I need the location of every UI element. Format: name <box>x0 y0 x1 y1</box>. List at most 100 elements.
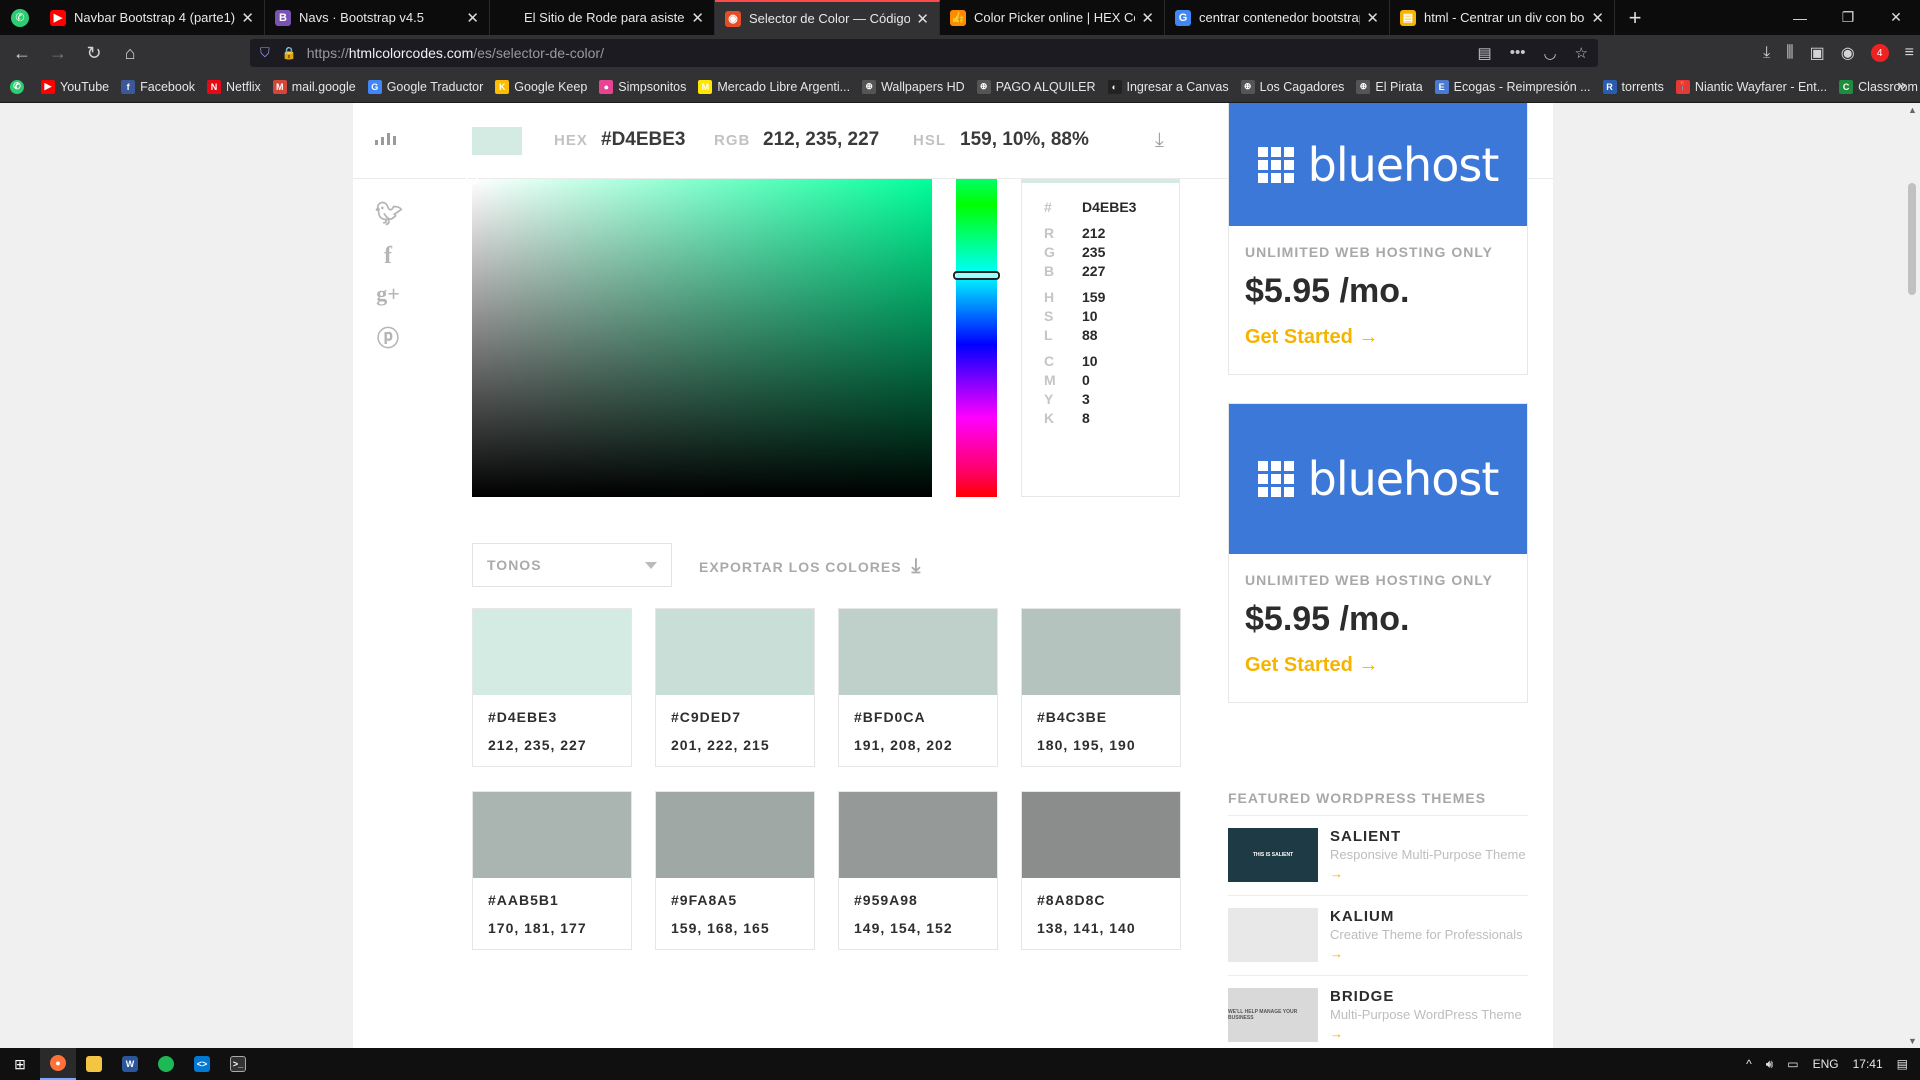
account-icon[interactable]: ◉ <box>1841 43 1855 63</box>
tracking-shield-icon[interactable]: ⛉ <box>260 45 270 61</box>
reader-view-icon[interactable]: ▤ <box>1478 44 1492 62</box>
bluehost-ad[interactable]: bluehost UNLIMITED WEB HOSTING ONLY $5.95 … <box>1228 103 1528 375</box>
featured-theme-item[interactable]: KALIUM Creative Theme for Professionals → <box>1228 895 1528 965</box>
theme-name[interactable]: KALIUM <box>1330 908 1394 925</box>
new-tab-button[interactable]: + <box>1615 0 1655 35</box>
bookmark-item[interactable]: E Ecogas - Reimpresión ... <box>1434 79 1591 94</box>
bookmark-item[interactable]: N Netflix <box>207 79 261 94</box>
browser-tab[interactable]: ▶ Navbar Bootstrap 4 (parte1) - YouTube ✕ <box>40 0 265 35</box>
scroll-down-icon[interactable]: ▼ <box>1908 1036 1917 1046</box>
shade-hex[interactable]: #8A8D8C <box>1037 892 1105 908</box>
theme-name[interactable]: BRIDGE <box>1330 988 1394 1005</box>
bookmark-item[interactable]: C Classroom <box>1839 79 1918 94</box>
tab-close-icon[interactable]: ✕ <box>1591 9 1604 27</box>
arrow-right-icon[interactable]: → <box>1330 1026 1343 1041</box>
shade-rgb[interactable]: 212, 235, 227 <box>488 737 587 753</box>
close-window-icon[interactable]: ✕ <box>1872 0 1920 35</box>
hue-slider[interactable] <box>953 179 1000 497</box>
color-value[interactable]: 0 <box>1082 372 1090 388</box>
chart-bars-icon[interactable] <box>375 131 396 145</box>
featured-theme-item[interactable]: THIS IS SALIENT SALIENT Responsive Multi-P… <box>1228 815 1528 885</box>
shade-rgb[interactable]: 191, 208, 202 <box>854 737 953 753</box>
hex-value[interactable]: #D4EBE3 <box>601 129 686 151</box>
bluehost-ad[interactable]: bluehost UNLIMITED WEB HOSTING ONLY $5.95 … <box>1228 403 1528 703</box>
tab-close-icon[interactable]: ✕ <box>1141 9 1154 27</box>
extension-badge-icon[interactable]: 4 <box>1870 44 1889 62</box>
shade-swatch[interactable] <box>473 792 631 878</box>
get-started-link[interactable]: Get Started → <box>1245 326 1378 349</box>
bookmark-item[interactable]: K Google Keep <box>495 79 587 94</box>
hue-slider-handle[interactable] <box>953 270 1000 280</box>
shade-swatch[interactable] <box>839 792 997 878</box>
tray-chevron-icon[interactable]: ^ <box>1746 1057 1752 1071</box>
bookmark-item[interactable]: ⊕ Los Cagadores <box>1240 79 1344 94</box>
browser-tab[interactable]: Gcentrar contenedor bootstrap ✕ <box>1165 0 1390 35</box>
browser-tab[interactable]: El Sitio de Rode para asistencia ✕ <box>490 0 715 35</box>
theme-name[interactable]: SALIENT <box>1330 828 1401 845</box>
bookmark-item[interactable]: ▶ YouTube <box>41 79 109 94</box>
terminal-icon[interactable]: >_ <box>220 1048 256 1080</box>
shade-hex[interactable]: #C9DED7 <box>671 709 741 725</box>
clock[interactable]: 17:41 <box>1853 1057 1883 1071</box>
browser-tab[interactable]: B Navs · Bootstrap v4.5 ✕ <box>265 0 490 35</box>
color-value[interactable]: 159 <box>1082 289 1105 305</box>
volume-icon[interactable]: 🔊︎ <box>1766 1057 1774 1072</box>
minimize-icon[interactable]: — <box>1776 0 1824 35</box>
home-button[interactable]: ⌂ <box>112 35 148 71</box>
network-icon[interactable]: ▭ <box>1787 1057 1798 1071</box>
color-value[interactable]: 10 <box>1082 353 1098 369</box>
tab-close-icon[interactable]: ✕ <box>1366 9 1379 27</box>
arrow-right-icon[interactable]: → <box>1330 946 1343 961</box>
shade-hex[interactable]: #B4C3BE <box>1037 709 1107 725</box>
hsl-value[interactable]: 159, 10%, 88% <box>960 129 1089 151</box>
shades-dropdown[interactable]: TONOS <box>472 543 672 587</box>
restore-icon[interactable]: ❐ <box>1824 0 1872 35</box>
more-bookmarks-icon[interactable]: » <box>1897 77 1906 95</box>
color-value[interactable]: 3 <box>1082 391 1090 407</box>
shade-swatch[interactable] <box>473 609 631 695</box>
shade-swatch[interactable] <box>1022 609 1180 695</box>
forward-button[interactable]: → <box>40 35 76 71</box>
bookmark-item[interactable]: ◐ Ingresar a Canvas <box>1107 79 1229 94</box>
whatsapp-pinned-tab[interactable]: ✆ <box>0 0 40 35</box>
bookmark-item[interactable]: Mmail.google <box>272 79 356 94</box>
shade-tile[interactable]: #BFD0CA 191, 208, 202 <box>838 608 998 767</box>
shade-hex[interactable]: #959A98 <box>854 892 918 908</box>
color-value[interactable]: 235 <box>1082 244 1105 260</box>
export-colors-button[interactable]: EXPORTAR LOS COLORES ⤓ <box>699 555 921 578</box>
vscode-icon[interactable]: <> <box>184 1048 220 1080</box>
shade-tile[interactable]: #D4EBE3 212, 235, 227 <box>472 608 632 767</box>
browser-tab[interactable]: 👍 Color Picker online | HEX Co ✕ <box>940 0 1165 35</box>
color-value[interactable]: 212 <box>1082 225 1105 241</box>
language-indicator[interactable]: ENG <box>1813 1057 1839 1071</box>
saturation-value-picker[interactable] <box>466 173 932 497</box>
theme-thumbnail[interactable]: WE'LL HELP MANAGE YOUR BUSINESS <box>1228 988 1318 1042</box>
bookmark-item[interactable]: ⊕ Wallpapers HD <box>862 79 965 94</box>
tab-close-icon[interactable]: ✕ <box>691 9 704 27</box>
page-scrollbar[interactable]: ▲ ▼ <box>1904 103 1920 1048</box>
theme-thumbnail[interactable] <box>1228 908 1318 962</box>
spotify-icon[interactable] <box>148 1048 184 1080</box>
shade-rgb[interactable]: 201, 222, 215 <box>671 737 770 753</box>
facebook-icon[interactable]: f <box>375 243 401 270</box>
bookmark-item[interactable]: 📍 Niantic Wayfarer - Ent... <box>1675 79 1827 94</box>
tab-close-icon[interactable]: ✕ <box>466 9 479 27</box>
shade-rgb[interactable]: 149, 154, 152 <box>854 920 953 936</box>
tab-close-icon[interactable]: ✕ <box>916 10 929 28</box>
twitter-icon[interactable]: 🐦︎ <box>375 201 403 227</box>
bluehost-banner[interactable]: bluehost <box>1229 103 1527 226</box>
shade-tile[interactable]: #C9DED7 201, 222, 215 <box>655 608 815 767</box>
shade-rgb[interactable]: 180, 195, 190 <box>1037 737 1136 753</box>
bookmark-item[interactable]: ⊕ PAGO ALQUILER <box>976 79 1096 94</box>
bluehost-banner[interactable]: bluehost <box>1229 404 1527 554</box>
shade-hex[interactable]: #D4EBE3 <box>488 709 557 725</box>
notifications-icon[interactable]: ▤ <box>1897 1057 1908 1071</box>
google-plus-icon[interactable]: g+ <box>375 281 401 307</box>
scroll-up-icon[interactable]: ▲ <box>1908 105 1917 115</box>
shade-swatch[interactable] <box>839 609 997 695</box>
scrollbar-thumb[interactable] <box>1908 183 1916 295</box>
color-value[interactable]: 88 <box>1082 327 1098 343</box>
shade-rgb[interactable]: 170, 181, 177 <box>488 920 587 936</box>
shade-swatch[interactable] <box>656 792 814 878</box>
shade-tile[interactable]: #959A98 149, 154, 152 <box>838 791 998 950</box>
